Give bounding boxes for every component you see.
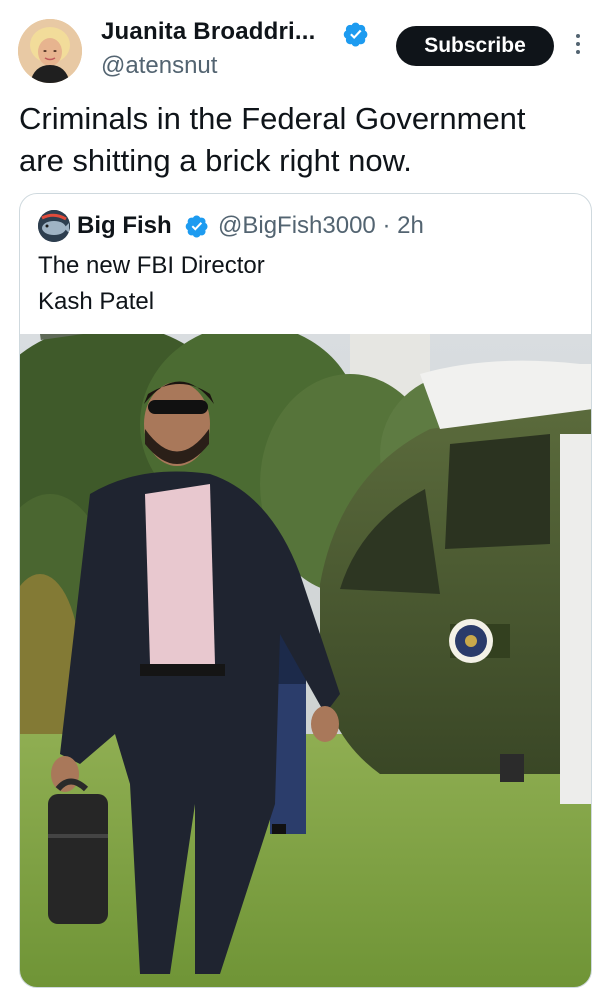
author-name[interactable]: Juanita Broaddri...: [101, 18, 316, 46]
tweet-header: Juanita Broaddri... @atensnut Subscribe: [0, 0, 611, 95]
quoted-tweet-text: The new FBI Director Kash Patel: [38, 248, 265, 320]
tweet-text-line: are shitting a brick right now.: [19, 143, 412, 178]
more-options-icon[interactable]: [569, 30, 587, 62]
verified-badge-icon: [185, 215, 208, 238]
verified-badge-icon: [343, 22, 368, 47]
quoted-tweet[interactable]: Big Fish @BigFish3000 · 2h The new FBI D…: [19, 193, 592, 988]
quoted-author-name[interactable]: Big Fish: [77, 212, 172, 240]
quoted-author-meta: @BigFish3000 · 2h: [218, 212, 424, 240]
quoted-timestamp[interactable]: 2h: [397, 212, 424, 239]
author-handle[interactable]: @atensnut: [101, 52, 217, 80]
quoted-text-line: Kash Patel: [38, 288, 155, 315]
subscribe-button[interactable]: Subscribe: [396, 26, 554, 66]
quoted-author-avatar[interactable]: [38, 210, 70, 242]
author-avatar[interactable]: [18, 19, 82, 83]
quoted-tweet-photo[interactable]: [20, 334, 591, 987]
quoted-text-line: The new FBI Director: [38, 252, 265, 279]
tweet-text-line: Criminals in the Federal Government: [19, 101, 526, 136]
quoted-author-handle[interactable]: @BigFish3000: [218, 212, 376, 239]
meta-separator: ·: [382, 212, 391, 239]
tweet-text: Criminals in the Federal Government are …: [19, 98, 599, 182]
